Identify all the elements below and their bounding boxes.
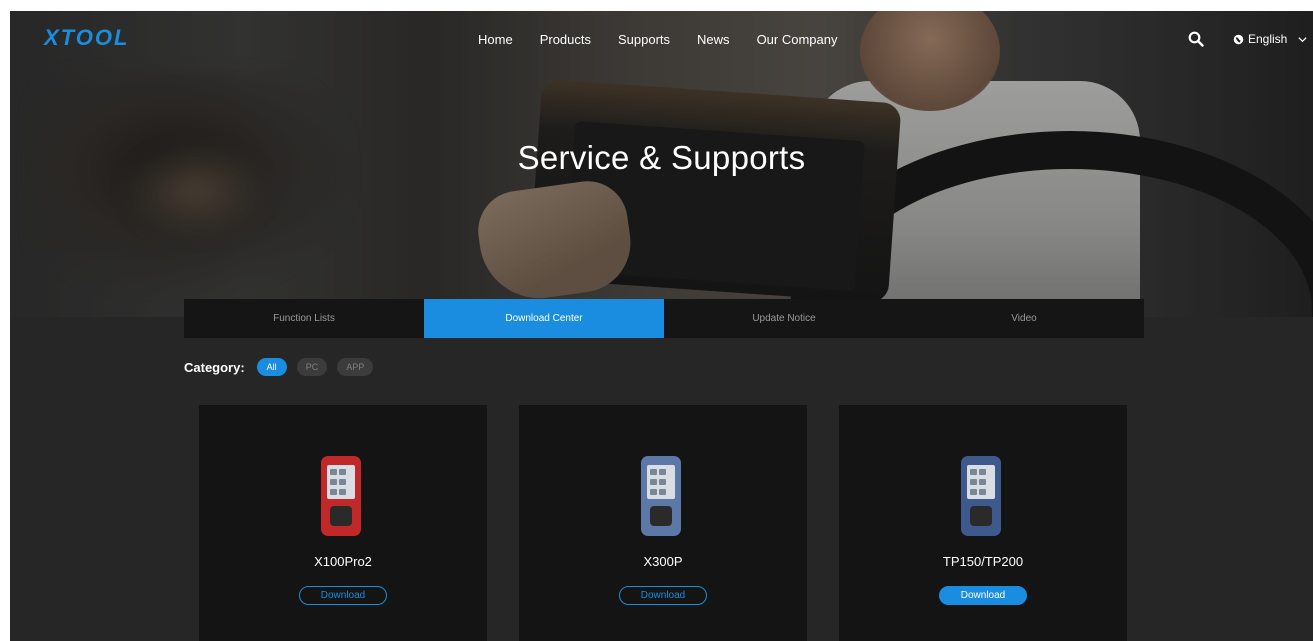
nav-news[interactable]: News: [697, 32, 730, 47]
device-image: [321, 456, 361, 536]
page-title: Service & Supports: [517, 139, 806, 176]
chevron-down-icon: [1298, 36, 1307, 42]
category-filter: Category: All PC APP: [184, 358, 383, 376]
xtool-logo[interactable]: XTOOL: [44, 25, 129, 51]
nav-supports[interactable]: Supports: [618, 32, 670, 47]
tab-function-lists[interactable]: Function Lists: [184, 299, 424, 338]
language-selector[interactable]: English: [1233, 32, 1308, 46]
main-nav: Home Products Supports News Our Company: [478, 32, 864, 47]
download-button[interactable]: Download: [299, 586, 387, 605]
category-label: Category:: [184, 359, 245, 375]
tab-video[interactable]: Video: [904, 299, 1144, 338]
product-card[interactable]: TP150/TP200 Download: [839, 405, 1127, 641]
category-app-button[interactable]: APP: [337, 358, 374, 376]
page: Service & Supports XTOOL Home Products S…: [10, 11, 1313, 641]
category-pc-button[interactable]: PC: [296, 358, 328, 376]
product-name: X300P: [643, 554, 683, 569]
product-card[interactable]: X100Pro2 Download: [199, 405, 487, 641]
nav-home[interactable]: Home: [478, 32, 513, 47]
download-button[interactable]: Download: [939, 586, 1027, 605]
tab-update-notice[interactable]: Update Notice: [664, 299, 904, 338]
support-tabs: Function Lists Download Center Update No…: [184, 299, 1144, 338]
globe-icon: [1233, 34, 1244, 44]
device-image: [961, 456, 1001, 536]
device-image: [641, 456, 681, 536]
nav-products[interactable]: Products: [540, 32, 591, 47]
download-button[interactable]: Download: [619, 586, 707, 605]
tab-download-center[interactable]: Download Center: [424, 299, 664, 338]
language-label: English: [1248, 32, 1288, 46]
search-icon[interactable]: [1188, 31, 1204, 47]
category-all-button[interactable]: All: [256, 358, 287, 376]
nav-our-company[interactable]: Our Company: [757, 32, 838, 47]
product-name: X100Pro2: [314, 554, 372, 569]
product-card[interactable]: X300P Download: [519, 405, 807, 641]
hero-banner: Service & Supports: [10, 11, 1313, 317]
product-name: TP150/TP200: [942, 554, 1024, 569]
